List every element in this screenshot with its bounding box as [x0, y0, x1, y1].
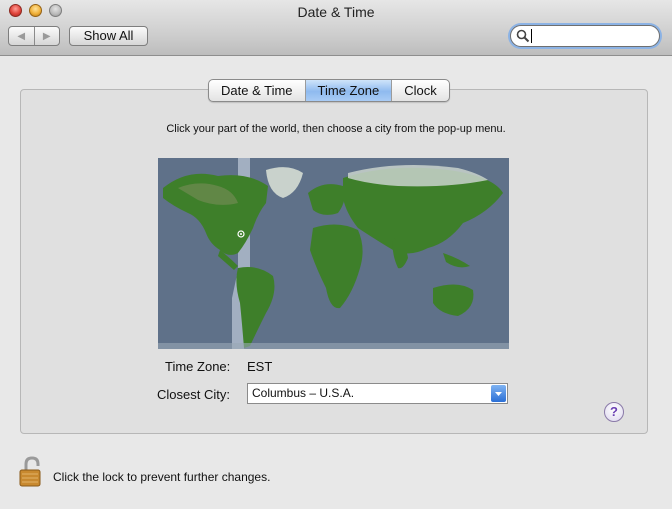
closest-city-combobox[interactable]: Columbus – U.S.A. — [247, 383, 508, 404]
chevron-down-icon[interactable] — [491, 385, 506, 402]
search-icon — [516, 29, 530, 43]
lock-icon[interactable] — [18, 456, 46, 493]
search-input[interactable] — [510, 25, 660, 47]
show-all-button[interactable]: Show All — [69, 26, 148, 46]
nav-group: ◀ ▶ — [8, 26, 60, 46]
text-caret — [531, 29, 532, 43]
closest-city-label: Closest City: — [157, 387, 230, 402]
time-zone-label: Time Zone: — [165, 359, 231, 374]
tab-bar: Date & Time Time Zone Clock — [208, 79, 450, 102]
titlebar: Date & Time ◀ ▶ Show All — [0, 0, 672, 56]
tab-time-zone[interactable]: Time Zone — [304, 80, 392, 101]
forward-button[interactable]: ▶ — [33, 27, 60, 45]
world-map-graphic — [158, 158, 509, 349]
window: Date & Time ◀ ▶ Show All Date & Time Tim… — [0, 0, 672, 509]
tab-date-time[interactable]: Date & Time — [209, 80, 305, 101]
back-button[interactable]: ◀ — [9, 27, 34, 45]
closest-city-value: Columbus – U.S.A. — [252, 386, 355, 400]
instructions-text: Click your part of the world, then choos… — [166, 123, 506, 135]
world-map[interactable] — [158, 158, 509, 349]
lock-message: Click the lock to prevent further change… — [53, 470, 271, 484]
tab-clock[interactable]: Clock — [391, 80, 449, 101]
help-icon[interactable]: ? — [604, 402, 624, 422]
time-zone-value: EST — [247, 359, 273, 374]
window-title: Date & Time — [297, 4, 375, 20]
